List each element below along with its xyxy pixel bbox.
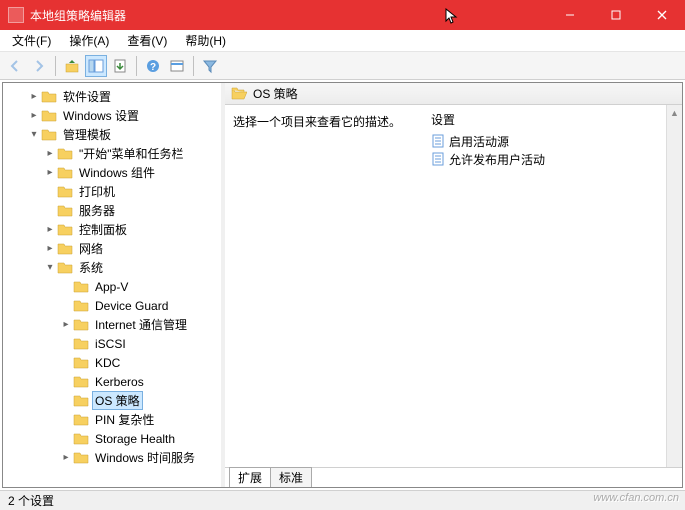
tab-extended[interactable]: 扩展 bbox=[229, 467, 271, 487]
tree-item[interactable]: ▸Device Guard bbox=[3, 296, 221, 315]
main-area: ▸ 软件设置 ▸ Windows 设置 ▾ 管理模板 ▸ "开始"菜单和任务栏 ▸ Windows… bbox=[2, 82, 683, 488]
tree-item-label: OS 策略 bbox=[93, 392, 142, 409]
tree-item[interactable]: ▸打印机 bbox=[3, 182, 221, 201]
tree-item-label: Internet 通信管理 bbox=[93, 316, 189, 333]
chevron-right-icon[interactable]: ▸ bbox=[27, 109, 41, 123]
export-list-button[interactable] bbox=[109, 55, 131, 77]
description-prompt: 选择一个项目来查看它的描述。 bbox=[233, 113, 417, 130]
settings-header: 设置 bbox=[429, 111, 678, 128]
status-bar: 2 个设置 bbox=[0, 490, 685, 510]
back-button[interactable] bbox=[4, 55, 26, 77]
tree-item[interactable]: ▸KDC bbox=[3, 353, 221, 372]
title-bar: 本地组策略编辑器 bbox=[0, 0, 685, 30]
setting-label: 允许发布用户活动 bbox=[449, 151, 545, 168]
tree-item[interactable]: ▸服务器 bbox=[3, 201, 221, 220]
tree-item[interactable]: ▸PIN 复杂性 bbox=[3, 410, 221, 429]
chevron-right-icon[interactable]: ▸ bbox=[43, 147, 57, 161]
content-body: 选择一个项目来查看它的描述。 设置 启用活动源允许发布用户活动 bbox=[225, 105, 682, 467]
policy-icon bbox=[431, 134, 445, 148]
tree-item-label: Storage Health bbox=[93, 432, 177, 446]
tree-item[interactable]: ▸ "开始"菜单和任务栏 bbox=[3, 144, 221, 163]
menu-help[interactable]: 帮助(H) bbox=[181, 30, 230, 51]
window-title: 本地组策略编辑器 bbox=[30, 7, 547, 24]
menu-bar: 文件(F) 操作(A) 查看(V) 帮助(H) bbox=[0, 30, 685, 52]
help-button[interactable]: ? bbox=[142, 55, 164, 77]
tree-item[interactable]: ▸App-V bbox=[3, 277, 221, 296]
toolbar-divider bbox=[193, 56, 194, 76]
tree-item-label: 软件设置 bbox=[61, 88, 113, 105]
tree-item[interactable]: ▾ 管理模板 bbox=[3, 125, 221, 144]
tree-item-label: 打印机 bbox=[77, 183, 117, 200]
vertical-scrollbar[interactable]: ▲ bbox=[666, 105, 682, 467]
tree-item[interactable]: ▸ Windows 组件 bbox=[3, 163, 221, 182]
tree-item[interactable]: ▸ Internet 通信管理 bbox=[3, 315, 221, 334]
status-text: 2 个设置 bbox=[8, 492, 54, 509]
show-tree-button[interactable] bbox=[85, 55, 107, 77]
chevron-right-icon[interactable]: ▸ bbox=[43, 223, 57, 237]
tree-item[interactable]: ▸ 网络 bbox=[3, 239, 221, 258]
filter-button[interactable] bbox=[199, 55, 221, 77]
tree-item[interactable]: ▸Kerberos bbox=[3, 372, 221, 391]
minimize-button[interactable] bbox=[547, 0, 593, 30]
folder-open-icon bbox=[231, 87, 247, 101]
menu-file[interactable]: 文件(F) bbox=[8, 30, 55, 51]
tree-item[interactable]: ▸ Windows 设置 bbox=[3, 106, 221, 125]
scroll-up-icon[interactable]: ▲ bbox=[667, 105, 682, 121]
tree-item[interactable]: ▾ 系统 bbox=[3, 258, 221, 277]
tree-item[interactable]: ▸iSCSI bbox=[3, 334, 221, 353]
tree-item-label: "开始"菜单和任务栏 bbox=[77, 145, 186, 162]
tree-item-label: Windows 设置 bbox=[61, 107, 141, 124]
tree-item-label: 服务器 bbox=[77, 202, 117, 219]
chevron-right-icon[interactable]: ▸ bbox=[27, 90, 41, 104]
tree-item-label: App-V bbox=[93, 280, 130, 294]
properties-button[interactable] bbox=[166, 55, 188, 77]
close-button[interactable] bbox=[639, 0, 685, 30]
chevron-right-icon[interactable]: ▸ bbox=[59, 318, 73, 332]
chevron-down-icon[interactable]: ▾ bbox=[27, 128, 41, 142]
chevron-right-icon[interactable]: ▸ bbox=[43, 242, 57, 256]
app-icon bbox=[8, 7, 24, 23]
tree-item-label: KDC bbox=[93, 356, 122, 370]
tree-item-label: Windows 组件 bbox=[77, 164, 157, 181]
content-header: OS 策略 bbox=[225, 83, 682, 105]
tree-item[interactable]: ▸OS 策略 bbox=[3, 391, 221, 410]
tree-item-label: PIN 复杂性 bbox=[93, 411, 156, 428]
maximize-button[interactable] bbox=[593, 0, 639, 30]
tree-item-label: 管理模板 bbox=[61, 126, 113, 143]
toolbar: ? bbox=[0, 52, 685, 80]
menu-action[interactable]: 操作(A) bbox=[65, 30, 113, 51]
chevron-right-icon[interactable]: ▸ bbox=[59, 451, 73, 465]
settings-column: 设置 启用活动源允许发布用户活动 bbox=[425, 105, 682, 467]
forward-button[interactable] bbox=[28, 55, 50, 77]
toolbar-divider bbox=[55, 56, 56, 76]
watermark: www.cfan.com.cn bbox=[593, 492, 679, 504]
policy-icon bbox=[431, 152, 445, 166]
tree-item[interactable]: ▸ 控制面板 bbox=[3, 220, 221, 239]
up-button[interactable] bbox=[61, 55, 83, 77]
tree-item-label: 控制面板 bbox=[77, 221, 129, 238]
tab-standard[interactable]: 标准 bbox=[270, 467, 312, 487]
toolbar-divider bbox=[136, 56, 137, 76]
tree-item-label: Device Guard bbox=[93, 299, 170, 313]
tree-item[interactable]: ▸Storage Health bbox=[3, 429, 221, 448]
tree-pane[interactable]: ▸ 软件设置 ▸ Windows 设置 ▾ 管理模板 ▸ "开始"菜单和任务栏 ▸ Windows… bbox=[3, 83, 221, 487]
tree-item[interactable]: ▸ 软件设置 bbox=[3, 87, 221, 106]
setting-item[interactable]: 允许发布用户活动 bbox=[429, 150, 678, 168]
content-pane: OS 策略 选择一个项目来查看它的描述。 设置 启用活动源允许发布用户活动 ▲ … bbox=[225, 83, 682, 487]
svg-text:?: ? bbox=[150, 62, 156, 73]
tree-item[interactable]: ▸ Windows 时间服务 bbox=[3, 448, 221, 467]
tabs-row: 扩展 标准 bbox=[225, 467, 682, 487]
tree-item-label: iSCSI bbox=[93, 337, 128, 351]
description-column: 选择一个项目来查看它的描述。 bbox=[225, 105, 425, 467]
tree-item-label: Windows 时间服务 bbox=[93, 449, 197, 466]
chevron-down-icon[interactable]: ▾ bbox=[43, 261, 57, 275]
menu-view[interactable]: 查看(V) bbox=[123, 30, 171, 51]
setting-label: 启用活动源 bbox=[449, 133, 509, 150]
content-header-label: OS 策略 bbox=[253, 85, 298, 102]
tree-item-label: 网络 bbox=[77, 240, 105, 257]
chevron-right-icon[interactable]: ▸ bbox=[43, 166, 57, 180]
tree-item-label: Kerberos bbox=[93, 375, 146, 389]
tree-item-label: 系统 bbox=[77, 259, 105, 276]
setting-item[interactable]: 启用活动源 bbox=[429, 132, 678, 150]
